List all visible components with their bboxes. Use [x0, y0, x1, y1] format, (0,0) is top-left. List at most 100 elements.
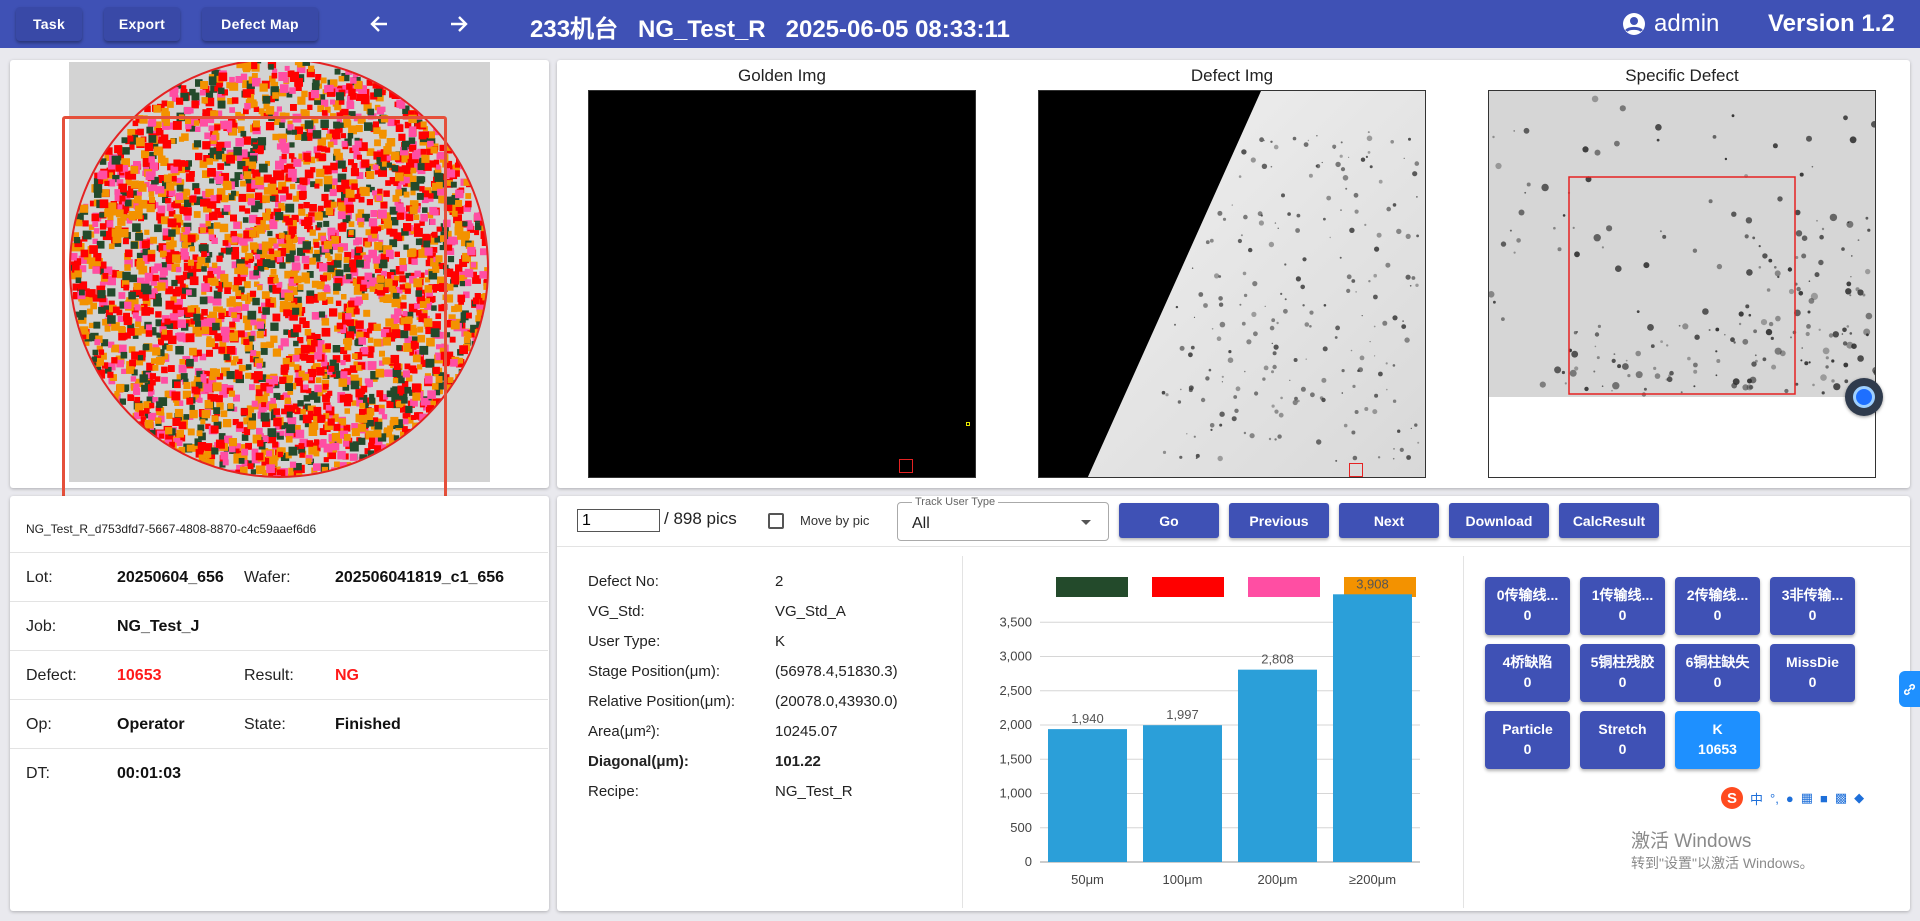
- speckle: [1235, 386, 1241, 392]
- defect-image[interactable]: [1038, 90, 1426, 478]
- download-button[interactable]: Download: [1449, 503, 1549, 538]
- speckle: [1272, 351, 1277, 356]
- speckle: [1304, 322, 1310, 327]
- defect-type-button[interactable]: 0传输线... 0: [1485, 577, 1570, 635]
- skin-icon[interactable]: ■: [1820, 791, 1828, 806]
- defect-type-button[interactable]: 3非传输... 0: [1770, 577, 1855, 635]
- defect-dot: [229, 76, 235, 83]
- defect-detail-value: (56978.4,51830.3): [775, 663, 898, 680]
- user-menu[interactable]: admin: [1622, 10, 1719, 38]
- move-by-pic-checkbox[interactable]: [768, 513, 784, 529]
- speckle: [1179, 455, 1183, 459]
- speckle: [1766, 288, 1771, 292]
- speckle: [1259, 137, 1264, 143]
- golden-image[interactable]: [588, 90, 976, 478]
- speckle: [1361, 315, 1363, 317]
- previous-button[interactable]: Previous: [1229, 503, 1329, 538]
- task-button[interactable]: Task: [16, 7, 82, 41]
- speckle: [1818, 328, 1821, 331]
- speckle: [1678, 324, 1681, 327]
- speckle: [1217, 210, 1223, 216]
- defect-map-button[interactable]: Defect Map: [202, 7, 318, 41]
- wafer-value: 202506041819_c1_656: [335, 569, 505, 586]
- defect-type-button[interactable]: K 10653: [1675, 711, 1760, 769]
- page-number-input[interactable]: [577, 509, 660, 532]
- go-button[interactable]: Go: [1119, 503, 1219, 538]
- speckle: [1341, 369, 1345, 373]
- defect-dot: [455, 200, 463, 207]
- keyboard-icon[interactable]: ▦: [1801, 790, 1813, 806]
- speckle: [1654, 373, 1661, 379]
- op-value: Operator: [117, 716, 185, 733]
- speckle: [1292, 399, 1298, 406]
- speckle: [1865, 268, 1871, 275]
- speckle: [1501, 317, 1505, 321]
- speckle: [1513, 130, 1515, 132]
- speckle: [1195, 453, 1200, 458]
- speckle: [1373, 273, 1377, 278]
- speckle: [1369, 165, 1373, 169]
- back-arrow-icon[interactable]: [362, 8, 396, 40]
- ime-chinese-mode[interactable]: 中: [1750, 789, 1763, 808]
- speckle: [1352, 455, 1358, 461]
- speckle: [1186, 433, 1188, 435]
- track-user-type-select[interactable]: Track User Type All: [897, 496, 1109, 541]
- bar[interactable]: [1238, 669, 1317, 862]
- speckle: [1745, 217, 1753, 224]
- speckle: [1788, 288, 1795, 295]
- speckle: [1339, 154, 1343, 158]
- speckle: [1250, 157, 1256, 163]
- defect-type-button[interactable]: 1传输线... 0: [1580, 577, 1665, 635]
- speckle: [1593, 370, 1596, 373]
- defect-type-button[interactable]: 6铜柱缺失 0: [1675, 644, 1760, 702]
- defect-type-name: 2传输线...: [1686, 587, 1749, 603]
- defect-dot: [451, 305, 458, 313]
- specific-defect-image[interactable]: [1488, 90, 1876, 478]
- speckle: [1396, 228, 1402, 235]
- speckle: [1523, 127, 1530, 134]
- defect-dot: [311, 82, 320, 91]
- more-icon[interactable]: ◆: [1854, 790, 1864, 806]
- speckle: [1350, 349, 1353, 352]
- speckle: [1190, 345, 1195, 350]
- next-button[interactable]: Next: [1339, 503, 1439, 538]
- speckle: [1582, 146, 1589, 153]
- state-label: State:: [244, 716, 286, 733]
- defect-dot: [231, 97, 239, 104]
- dropdown-caret-icon: [1081, 520, 1091, 525]
- bar[interactable]: [1143, 725, 1222, 862]
- defect-type-button[interactable]: Stretch 0: [1580, 711, 1665, 769]
- bar[interactable]: [1048, 729, 1127, 862]
- speckle: [1261, 163, 1268, 169]
- link-icon[interactable]: [1899, 671, 1920, 707]
- speckle: [1208, 368, 1212, 372]
- speckle: [1366, 135, 1373, 142]
- floating-assistant-icon[interactable]: [1845, 378, 1883, 416]
- defect-type-button[interactable]: Particle 0: [1485, 711, 1570, 769]
- ime-toolbar[interactable]: S 中 °, ● ▦ ■ ▩ ◆: [1717, 786, 1907, 810]
- bar[interactable]: [1333, 594, 1412, 862]
- speckle: [1205, 376, 1210, 381]
- defect-type-button[interactable]: 4桥缺陷 0: [1485, 644, 1570, 702]
- grid-icon[interactable]: ▩: [1835, 790, 1847, 806]
- microphone-icon[interactable]: ●: [1786, 791, 1794, 806]
- defect-type-button[interactable]: MissDie 0: [1770, 644, 1855, 702]
- punctuation-icon[interactable]: °,: [1770, 791, 1779, 806]
- speckle: [1373, 325, 1376, 328]
- export-button[interactable]: Export: [104, 7, 180, 41]
- speckle: [1355, 291, 1357, 293]
- calc-result-button[interactable]: CalcResult: [1559, 503, 1659, 538]
- defect-type-button[interactable]: 2传输线... 0: [1675, 577, 1760, 635]
- speckle: [1775, 315, 1781, 322]
- wafer-selection-box[interactable]: [62, 116, 447, 522]
- speckle: [1829, 213, 1838, 222]
- defect-type-button[interactable]: 5铜柱残胶 0: [1580, 644, 1665, 702]
- forward-arrow-icon[interactable]: [442, 8, 476, 40]
- y-tick-label: 3,500: [999, 614, 1032, 629]
- defect-count-label: Defect:: [26, 667, 77, 684]
- legend-swatch: [1056, 577, 1128, 597]
- speckle: [1765, 328, 1773, 336]
- speckle: [1716, 359, 1721, 363]
- defect-dot: [450, 181, 457, 188]
- speckle: [1274, 438, 1277, 441]
